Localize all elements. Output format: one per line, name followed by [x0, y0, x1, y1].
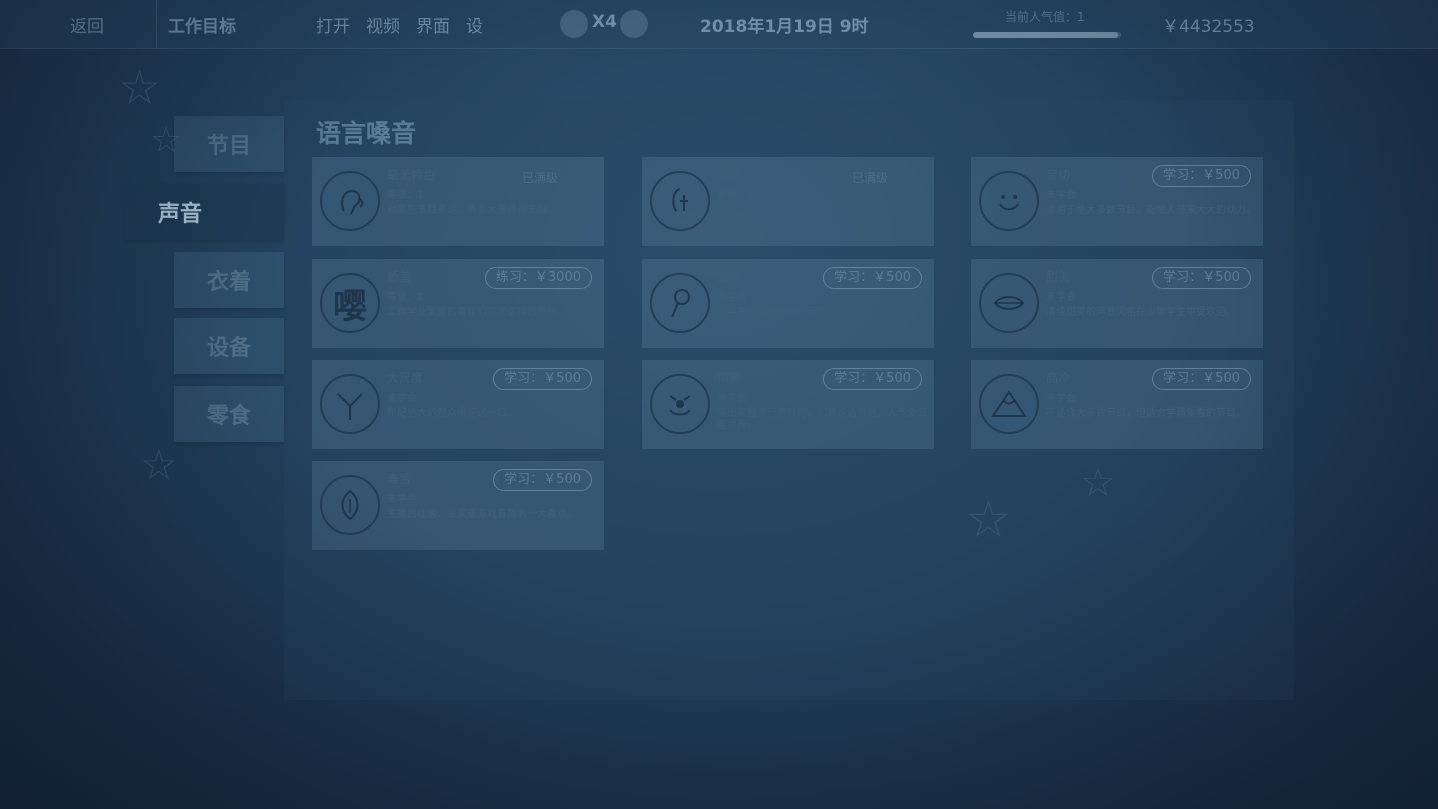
speed-up-button[interactable]: [620, 10, 648, 38]
practice-button[interactable]: 练习：￥3000: [484, 267, 592, 289]
skill-name: 高冷: [1046, 371, 1071, 385]
menu-open[interactable]: 打开: [316, 12, 350, 37]
tab-label: 衣着: [206, 270, 251, 295]
skill-name: 毫无特色: [387, 168, 436, 182]
skill-level: 未学会: [1046, 393, 1076, 404]
clown-icon: [650, 374, 710, 434]
top-bar: 返回 工作目标 打开 视频 界面 设 X4 2018年1月19日 9时 当前人气…: [0, 0, 1438, 49]
skill-card[interactable]: 毫无特色 等级：1 对某些节目来说，声音太普通很无聊。 已满级: [312, 157, 604, 246]
skill-card[interactable]: 大尺度 未学会 年纪稍大的观众很好这一口。 学习：￥500: [312, 360, 604, 449]
skill-name: 甜美: [1046, 270, 1071, 284]
skill-level: 等级：1: [717, 190, 754, 201]
skill-card[interactable]: 沉默 等级：1 —— 已满级: [642, 157, 934, 246]
menu-video[interactable]: 视频: [366, 12, 400, 37]
skill-desc: 对某些节目来说，声音太普通很无聊。: [387, 205, 557, 216]
skill-name: 亲切: [1046, 168, 1071, 182]
skill-desc: ——: [717, 205, 737, 216]
skill-level: 未学会: [387, 494, 417, 505]
learn-button[interactable]: 学习：￥500: [1152, 267, 1251, 289]
skill-desc: 年纪稍大的观众很好这一口。: [387, 408, 517, 419]
skill-desc: 清纯甜美的声音风格在少年学生中受欢迎。: [1046, 307, 1236, 318]
skill-name: 童真: [717, 270, 742, 284]
max-level-badge: 已满级: [852, 171, 889, 185]
skill-card[interactable]: 高冷 未学会 不适合大多数节目，但适合学霸爱看的节目。 学习：￥500: [971, 360, 1263, 449]
popularity-bar-fill: [973, 32, 1119, 38]
skill-level: 未学会: [1046, 292, 1076, 303]
learn-button[interactable]: 学习：￥500: [493, 469, 592, 491]
skill-level: 未学会: [1046, 190, 1076, 201]
tab-label: 设备: [206, 336, 251, 361]
game-date: 2018年1月19日 9时: [700, 17, 869, 37]
skill-name: 搞笑: [717, 371, 742, 385]
skill-card[interactable]: 嘤 娇羞 等级：2 工作学业繁重的青年们喜欢这样的风格。 练习：￥3000: [312, 259, 604, 348]
panel-title: 语言嗓音: [316, 119, 417, 148]
skill-desc: 搞出某些流行游戏时，如果说话有趣，人气会显著提升。: [717, 408, 927, 431]
tab-snack[interactable]: 零食: [174, 386, 284, 442]
tab-clothes[interactable]: 衣着: [174, 252, 284, 308]
ying-icon: 嘤: [320, 273, 380, 333]
skill-level: 未学会: [717, 393, 747, 404]
skill-level: 未学会: [717, 292, 747, 303]
back-button[interactable]: 返回: [70, 12, 104, 37]
max-level-badge: 已满级: [522, 171, 559, 185]
learn-button[interactable]: 学习：￥500: [823, 368, 922, 390]
speed-down-button[interactable]: [560, 10, 588, 38]
tab-label: 零食: [206, 404, 251, 429]
popularity-bar: [973, 32, 1121, 38]
skill-name: 毒舌: [387, 472, 412, 486]
skill-desc: 适用于绝大多数节目，能给人带来大大的动力。: [1046, 205, 1256, 216]
skill-level: 等级：2: [387, 292, 424, 303]
skill-desc: 不适合大多数节目，但适合学霸爱看的节目。: [1046, 408, 1246, 419]
y-icon: [320, 374, 380, 434]
tab-voice[interactable]: 声音: [124, 184, 284, 240]
tab-program[interactable]: 节目: [174, 116, 284, 172]
skill-name: 大尺度: [387, 371, 424, 385]
work-goal-button[interactable]: 工作目标: [168, 12, 236, 37]
tab-label: 声音: [158, 202, 203, 227]
silence-icon: [650, 171, 710, 231]
learn-button[interactable]: 学习：￥500: [823, 267, 922, 289]
mountain-icon: [979, 374, 1039, 434]
tongue-icon: [320, 475, 380, 535]
money-display: ￥4432553: [1162, 17, 1255, 37]
lollipop-icon: [650, 273, 710, 333]
smile-icon: [979, 171, 1039, 231]
skill-desc: 小学生们会感觉特别亲切。: [717, 307, 837, 318]
tab-device[interactable]: 设备: [174, 318, 284, 374]
ear-icon: [320, 171, 380, 231]
skill-name: 娇羞: [387, 270, 412, 284]
skill-desc: 工作学业繁重的青年们喜欢这样的风格。: [387, 307, 567, 318]
learn-button[interactable]: 学习：￥500: [493, 368, 592, 390]
popularity-label: 当前人气值：1: [1005, 10, 1085, 24]
skill-card[interactable]: 搞笑 未学会 搞出某些流行游戏时，如果说话有趣，人气会显著提升。 学习：￥500: [642, 360, 934, 449]
skill-card[interactable]: 亲切 未学会 适用于绝大多数节目，能给人带来大大的动力。 学习：￥500: [971, 157, 1263, 246]
menu-settings[interactable]: 设: [466, 12, 483, 37]
skill-desc: 主播的吐槽，是某些游戏直播的一大看点。: [387, 509, 577, 520]
skill-card[interactable]: 童真 未学会 小学生们会感觉特别亲切。 学习：￥500: [642, 259, 934, 348]
skill-card[interactable]: 甜美 未学会 清纯甜美的声音风格在少年学生中受欢迎。 学习：￥500: [971, 259, 1263, 348]
skill-level: 等级：1: [387, 190, 424, 201]
divider: [156, 0, 157, 48]
skill-card[interactable]: 毒舌 未学会 主播的吐槽，是某些游戏直播的一大看点。 学习：￥500: [312, 461, 604, 550]
learn-button[interactable]: 学习：￥500: [1152, 368, 1251, 390]
learn-button[interactable]: 学习：￥500: [1152, 165, 1251, 187]
skill-name: 沉默: [717, 168, 742, 182]
star-decoration-icon: ☆: [140, 440, 178, 489]
star-decoration-icon: ☆: [118, 60, 162, 116]
menu-interface[interactable]: 界面: [416, 12, 450, 37]
speed-indicator: X4: [592, 12, 617, 32]
lips-icon: [979, 273, 1039, 333]
skill-level: 未学会: [387, 393, 417, 404]
tab-label: 节目: [206, 134, 251, 159]
